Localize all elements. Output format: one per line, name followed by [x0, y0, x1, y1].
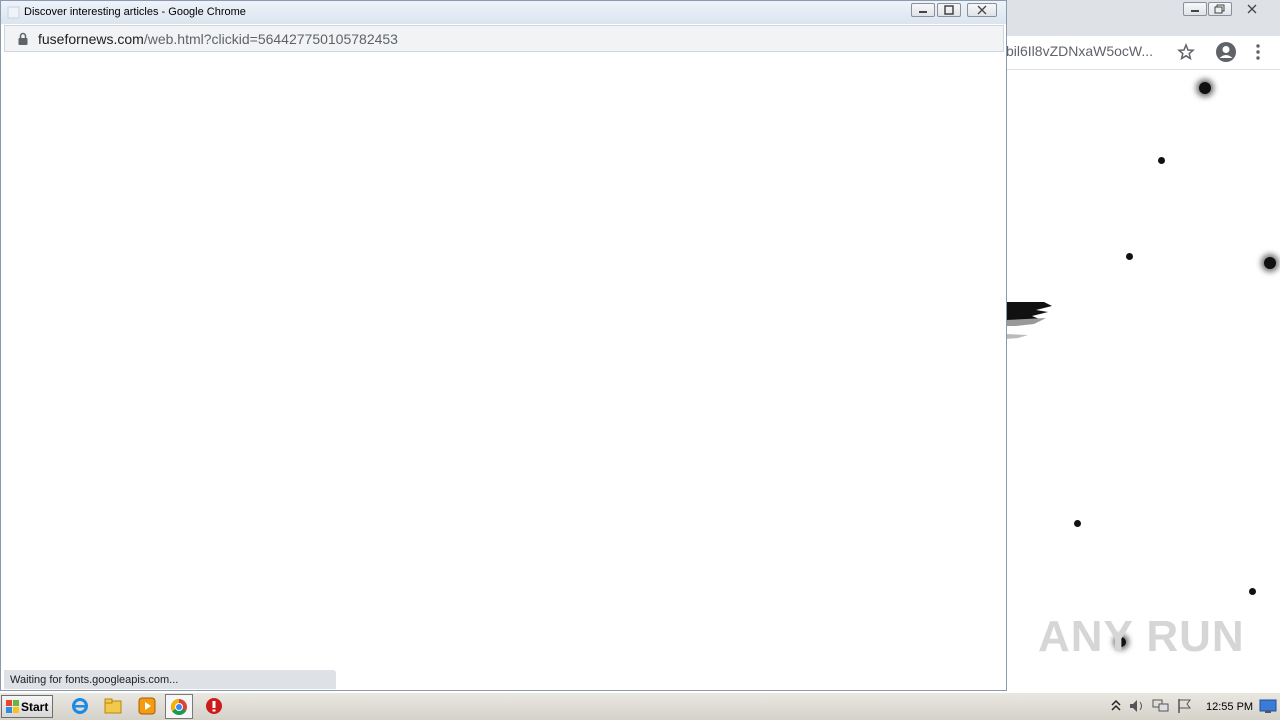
page-favicon-icon — [7, 6, 20, 19]
particle-dot — [1126, 253, 1133, 260]
popup-address-bar[interactable]: fusefornews.com/web.html?clickid=5644277… — [4, 25, 1004, 52]
windows-logo-icon — [6, 700, 19, 713]
close-icon — [977, 5, 987, 15]
url-path: /web.html?clickid=564427750105782453 — [143, 31, 398, 47]
lock-icon — [18, 32, 28, 45]
start-button[interactable]: Start — [1, 695, 53, 718]
minimize-button[interactable] — [1183, 2, 1207, 16]
popup-window-title: Discover interesting articles - Google C… — [24, 6, 246, 18]
profile-avatar-icon[interactable] — [1215, 41, 1237, 63]
tray-expand-icon[interactable] — [1110, 698, 1122, 714]
close-button[interactable] — [1240, 2, 1264, 16]
taskbar-clock[interactable]: 12:55 PM — [1206, 701, 1253, 713]
file-explorer-icon[interactable] — [104, 697, 122, 715]
background-title-bar — [1006, 0, 1280, 36]
network-icon[interactable] — [1152, 698, 1170, 714]
maximize-icon — [944, 5, 954, 15]
status-text: Waiting for fonts.googleapis.com... — [10, 674, 179, 686]
background-browser-window: bil6Il8vZDNxaW5ocW... ANY RUN — [1006, 0, 1280, 692]
internet-explorer-icon[interactable] — [71, 697, 89, 715]
minimize-icon — [1191, 10, 1199, 12]
chrome-icon — [171, 699, 187, 715]
particle-dot — [1199, 82, 1211, 94]
menu-kebab-icon[interactable] — [1255, 43, 1261, 61]
action-center-flag-icon[interactable] — [1176, 698, 1194, 714]
restore-icon — [1214, 4, 1225, 14]
close-icon — [1247, 4, 1257, 14]
media-player-icon[interactable] — [138, 697, 156, 715]
taskbar: Start 12:55 PM — [0, 692, 1280, 720]
particle-dot — [1249, 588, 1256, 595]
background-url-text[interactable]: bil6Il8vZDNxaW5ocW... — [1006, 43, 1153, 59]
particle-dot — [1158, 157, 1165, 164]
bookmark-star-icon[interactable] — [1177, 43, 1195, 61]
show-desktop-icon[interactable] — [1259, 699, 1277, 713]
popup-minimize-button[interactable] — [911, 3, 935, 17]
particle-dot — [1074, 520, 1081, 527]
minimize-icon — [919, 11, 927, 13]
opera-icon[interactable] — [205, 697, 223, 715]
particle-dot — [1264, 257, 1276, 269]
start-label: Start — [21, 700, 49, 714]
volume-icon[interactable] — [1128, 698, 1146, 714]
popup-url-text[interactable]: fusefornews.com/web.html?clickid=5644277… — [38, 31, 398, 47]
status-bubble: Waiting for fonts.googleapis.com... — [4, 670, 336, 689]
chrome-taskbar-button[interactable] — [165, 694, 193, 719]
url-host: fusefornews.com — [38, 31, 144, 47]
watermark-text: ANY RUN — [1038, 612, 1245, 661]
popup-browser-window: Discover interesting articles - Google C… — [0, 0, 1007, 691]
background-toolbar: bil6Il8vZDNxaW5ocW... — [1006, 36, 1280, 70]
popup-close-button[interactable] — [967, 3, 997, 17]
popup-title-bar[interactable]: Discover interesting articles - Google C… — [1, 1, 1006, 24]
restore-button[interactable] — [1208, 2, 1232, 16]
ink-streak-graphic — [1006, 302, 1052, 339]
popup-maximize-button[interactable] — [937, 3, 961, 17]
